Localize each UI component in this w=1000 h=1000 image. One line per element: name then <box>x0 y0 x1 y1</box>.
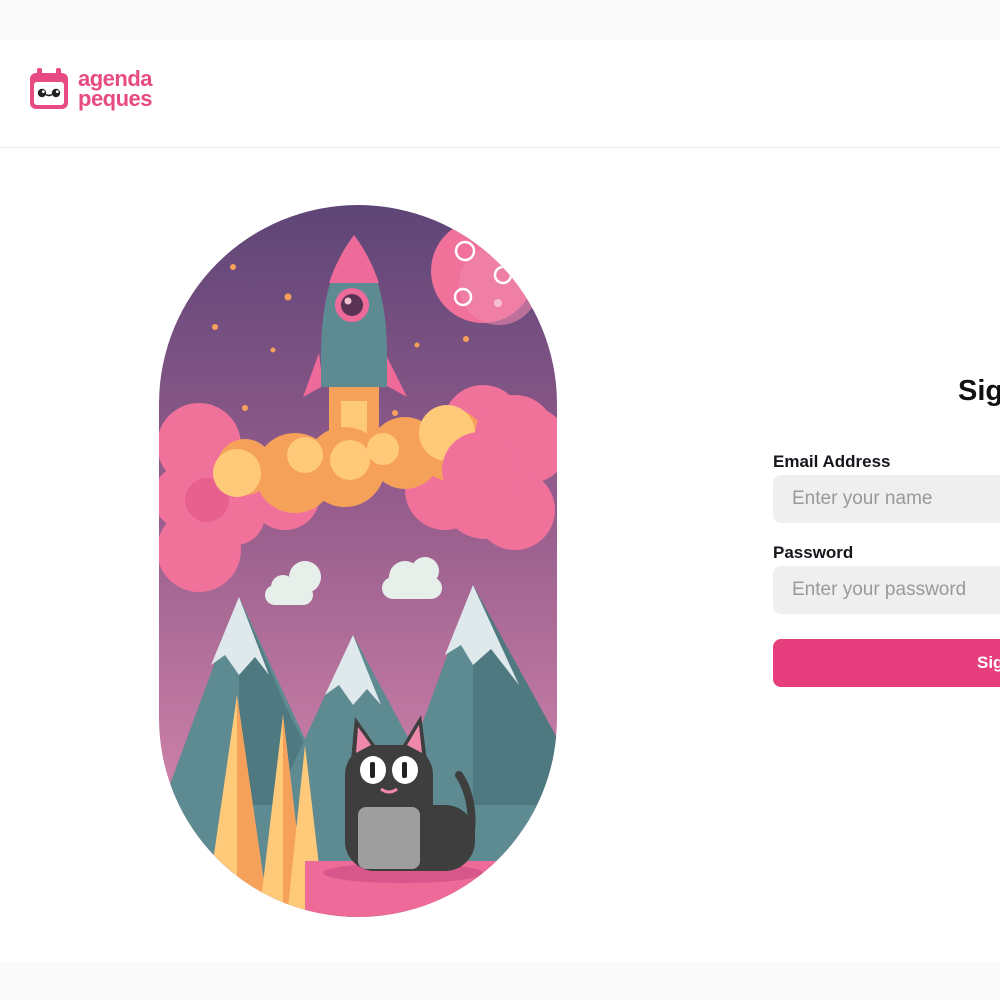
main-content: Sig Email Address Password Sig <box>0 148 1000 962</box>
password-field[interactable] <box>773 566 1000 614</box>
sign-in-button[interactable]: Sig <box>773 639 1000 687</box>
email-field[interactable] <box>773 475 1000 523</box>
rocket-illustration <box>159 205 557 917</box>
header: agenda peques <box>0 40 1000 148</box>
bottom-strip <box>0 962 1000 1000</box>
top-strip <box>0 0 1000 40</box>
brand-name: agenda peques <box>78 68 153 111</box>
brand-name-line2: peques <box>78 86 153 111</box>
form-title: Sig <box>958 375 1000 407</box>
email-label: Email Address <box>773 452 891 471</box>
calendar-face-icon <box>30 68 68 109</box>
password-label: Password <box>773 543 854 562</box>
brand-logo[interactable]: agenda peques <box>28 67 153 111</box>
